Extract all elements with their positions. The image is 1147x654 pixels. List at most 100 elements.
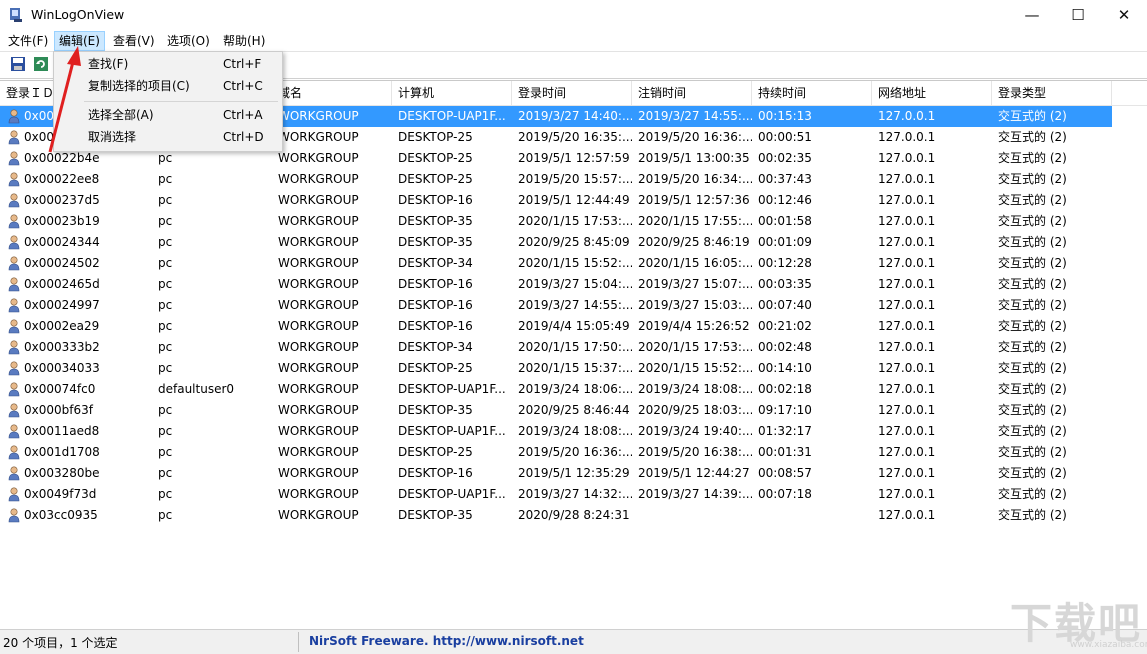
- cell-computer: DESKTOP-25: [398, 445, 473, 459]
- cell-logon-id: 0x001d1708: [24, 445, 100, 459]
- cell-network-address: 127.0.0.1: [878, 466, 936, 480]
- cell-network-address: 127.0.0.1: [878, 403, 936, 417]
- column-header-computer[interactable]: 计算机: [392, 81, 512, 105]
- cell-logon-id: 0x00034033: [24, 361, 100, 375]
- menu-file[interactable]: 文件(F): [4, 32, 52, 50]
- cell-logon-time: 2020/1/15 17:50:...: [518, 340, 632, 354]
- refresh-icon[interactable]: [33, 56, 49, 72]
- cell-logoff-time: 2019/5/1 12:57:36: [638, 193, 750, 207]
- cell-logon-id: 0x00024502: [24, 256, 100, 270]
- cell-user: pc: [158, 487, 173, 501]
- cell-computer: DESKTOP-UAP1F...: [398, 382, 506, 396]
- column-header-logon-time[interactable]: 登录时间: [512, 81, 632, 105]
- cell-logon-id: 0x00074fc0: [24, 382, 96, 396]
- cell-computer: DESKTOP-16: [398, 298, 473, 312]
- table-row[interactable]: 0x00034033 pc WORKGROUP DESKTOP-25 2020/1/15…: [0, 358, 1112, 379]
- cell-logon-id: 0x003280be: [24, 466, 100, 480]
- cell-logon-type: 交互式的 (2): [998, 361, 1067, 375]
- cell-computer: DESKTOP-UAP1F...: [398, 424, 506, 438]
- logon-list[interactable]: 登录ＩＤ 域名 计算机 登录时间 注销时间 持续时间 网络地址 登录类型 0x0…: [0, 80, 1147, 629]
- cell-logon-type: 交互式的 (2): [998, 445, 1067, 459]
- cell-logoff-time: 2020/1/15 17:53:...: [638, 340, 752, 354]
- cell-logon-time: 2019/3/24 18:06:...: [518, 382, 632, 396]
- table-row[interactable]: 0x00024997 pc WORKGROUP DESKTOP-16 2019/3/27…: [0, 295, 1112, 316]
- title-bar: WinLogOnView — ☐ ✕: [0, 0, 1147, 30]
- menu-help[interactable]: 帮助(H): [219, 32, 269, 50]
- table-row[interactable]: 0x000333b2 pc WORKGROUP DESKTOP-34 2020/1/15…: [0, 337, 1112, 358]
- table-row[interactable]: 0x003280be pc WORKGROUP DESKTOP-16 2019/5/1 …: [0, 463, 1112, 484]
- table-row[interactable]: 0x0049f73d pc WORKGROUP DESKTOP-UAP1F... 201…: [0, 484, 1112, 505]
- table-row[interactable]: 0x0002ea29 pc WORKGROUP DESKTOP-16 2019/4/4 …: [0, 316, 1112, 337]
- table-row[interactable]: 0x03cc0935 pc WORKGROUP DESKTOP-35 2020/9/28…: [0, 505, 1112, 526]
- cell-duration: 00:15:13: [758, 109, 812, 123]
- table-row[interactable]: 0x000237d5 pc WORKGROUP DESKTOP-16 2019/5/1 …: [0, 190, 1112, 211]
- cell-logon-type: 交互式的 (2): [998, 193, 1067, 207]
- cell-user: pc: [158, 235, 173, 249]
- cell-network-address: 127.0.0.1: [878, 340, 936, 354]
- cell-logon-time: 2020/1/15 15:52:...: [518, 256, 632, 270]
- cell-logon-time: 2019/5/1 12:44:49: [518, 193, 630, 207]
- cell-user: pc: [158, 403, 173, 417]
- cell-logon-time: 2019/3/27 15:04:...: [518, 277, 632, 291]
- table-row[interactable]: 0x00074fc0 defaultuser0 WORKGROUP DESKTOP-U…: [0, 379, 1112, 400]
- table-row[interactable]: 0x00024502 pc WORKGROUP DESKTOP-34 2020/1/15…: [0, 253, 1112, 274]
- menu-item-select-all[interactable]: 选择全部(A) Ctrl+A: [54, 104, 282, 126]
- table-row[interactable]: 0x00023b19 pc WORKGROUP DESKTOP-35 2020/1/15…: [0, 211, 1112, 232]
- minimize-button[interactable]: —: [1009, 0, 1055, 30]
- menu-bar: 文件(F) 编辑(E) 查看(V) 选项(O) 帮助(H): [0, 30, 1147, 51]
- cell-logon-time: 2020/9/25 8:45:09: [518, 235, 630, 249]
- cell-logon-type: 交互式的 (2): [998, 235, 1067, 249]
- status-count: 20 个项目，1 个选定: [3, 636, 118, 650]
- status-bar: 20 个项目，1 个选定 NirSoft Freeware. http://ww…: [0, 629, 1147, 654]
- cell-logon-type: 交互式的 (2): [998, 508, 1067, 522]
- cell-logon-type: 交互式的 (2): [998, 214, 1067, 228]
- column-header-network-address[interactable]: 网络地址: [872, 81, 992, 105]
- table-row[interactable]: 0x000bf63f pc WORKGROUP DESKTOP-35 2020/9/25…: [0, 400, 1112, 421]
- cell-computer: DESKTOP-35: [398, 403, 473, 417]
- save-icon[interactable]: [10, 56, 26, 72]
- table-row[interactable]: 0x00022ee8 pc WORKGROUP DESKTOP-25 2019/5/20…: [0, 169, 1112, 190]
- table-row[interactable]: 0x0011aed8 pc WORKGROUP DESKTOP-UAP1F... 201…: [0, 421, 1112, 442]
- cell-logon-type: 交互式的 (2): [998, 319, 1067, 333]
- cell-logon-id: 0x03cc0935: [24, 508, 98, 522]
- cell-domain: WORKGROUP: [278, 256, 359, 270]
- menu-view[interactable]: 查看(V): [109, 32, 159, 50]
- cell-domain: WORKGROUP: [278, 319, 359, 333]
- cell-domain: WORKGROUP: [278, 382, 359, 396]
- cell-domain: WORKGROUP: [278, 403, 359, 417]
- column-header-logon-type[interactable]: 登录类型: [992, 81, 1112, 105]
- column-header-duration[interactable]: 持续时间: [752, 81, 872, 105]
- cell-logon-id: 0x00022ee8: [24, 172, 100, 186]
- column-header-logoff-time[interactable]: 注销时间: [632, 81, 752, 105]
- cell-network-address: 127.0.0.1: [878, 109, 936, 123]
- menu-options[interactable]: 选项(O): [163, 32, 214, 50]
- cell-network-address: 127.0.0.1: [878, 361, 936, 375]
- table-row[interactable]: 0x00024344 pc WORKGROUP DESKTOP-35 2020/9/25…: [0, 232, 1112, 253]
- table-row[interactable]: 0x0002465d pc WORKGROUP DESKTOP-16 2019/3/27…: [0, 274, 1112, 295]
- cell-domain: WORKGROUP: [278, 151, 359, 165]
- cell-user: pc: [158, 361, 173, 375]
- cell-domain: WORKGROUP: [278, 172, 359, 186]
- menu-item-deselect[interactable]: 取消选择 Ctrl+D: [54, 126, 282, 148]
- column-header-domain[interactable]: 域名: [272, 81, 392, 105]
- cell-user: pc: [158, 256, 173, 270]
- cell-logon-time: 2020/9/25 8:46:44: [518, 403, 630, 417]
- menu-item-copy-selected[interactable]: 复制选择的项目(C) Ctrl+C: [54, 75, 282, 97]
- cell-network-address: 127.0.0.1: [878, 151, 936, 165]
- cell-logoff-time: 2020/9/25 8:46:19: [638, 235, 750, 249]
- cell-logon-time: 2019/3/27 14:40:...: [518, 109, 632, 123]
- close-button[interactable]: ✕: [1101, 0, 1147, 30]
- cell-computer: DESKTOP-16: [398, 193, 473, 207]
- menu-item-find[interactable]: 查找(F) Ctrl+F: [54, 53, 282, 75]
- cell-network-address: 127.0.0.1: [878, 235, 936, 249]
- cell-domain: WORKGROUP: [278, 508, 359, 522]
- cell-domain: WORKGROUP: [278, 361, 359, 375]
- cell-logon-time: 2019/5/20 15:57:...: [518, 172, 632, 186]
- table-row[interactable]: 0x001d1708 pc WORKGROUP DESKTOP-25 2019/5/20…: [0, 442, 1112, 463]
- menu-edit[interactable]: 编辑(E): [54, 31, 105, 51]
- cell-logon-type: 交互式的 (2): [998, 424, 1067, 438]
- cell-duration: 00:01:09: [758, 235, 812, 249]
- maximize-button[interactable]: ☐: [1055, 0, 1101, 30]
- nirsoft-link[interactable]: NirSoft Freeware. http://www.nirsoft.net: [309, 634, 584, 648]
- cell-domain: WORKGROUP: [278, 193, 359, 207]
